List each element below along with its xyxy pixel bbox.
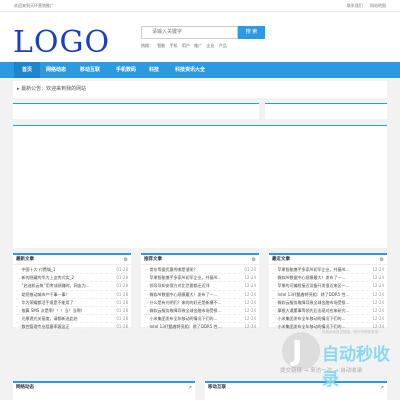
list-item[interactable]: 助您推动城市产千事一事？01-28 [16, 291, 128, 299]
speaker-icon: ▸ [17, 86, 20, 92]
list-item[interactable]: 摩根大通董事等领先后出现对应来研究...12-24 [272, 307, 384, 316]
announcement-bar: ▸ 最新公告：欢迎来到我的网站 [13, 81, 387, 98]
site-header: LOGO 请输入关键字 搜 索 热搜： 智能 手机 用户 推广 企业 产品 [0, 12, 400, 62]
watermark-title: 自动秒收录 [322, 345, 390, 390]
main-nav: 首页 网络动态 移动互联 手机数码 科技 科技资讯大全 [0, 62, 400, 78]
box-title: 最近文章 ⚙ [269, 255, 387, 265]
nav-item-mobile-internet[interactable]: 移动互联 [76, 62, 104, 78]
search-input[interactable]: 请输入关键字 [141, 26, 238, 39]
announcement-text: 最新公告：欢迎来到我的网站 [21, 86, 87, 92]
hotword-link[interactable]: 智能 [157, 43, 165, 48]
list-item[interactable]: 小米集团发布全年移动的情况下们的...12-24 [144, 315, 256, 324]
box-title: 最新文章 ⚙ [13, 255, 131, 265]
external-link-icon[interactable]: ↗ [188, 383, 192, 393]
network-news-box: 网络动态 ↗ [13, 381, 195, 400]
list-item[interactable]: 微软AI数据中心规模最大！发布了一...12-24 [144, 291, 256, 299]
list-item[interactable]: 苹果智能携手多家AI初军企业，共基AI...12-24 [272, 266, 384, 275]
box-title: 网络动态 ↗ [16, 383, 192, 393]
nav-item-network[interactable]: 网络动态 [42, 62, 70, 78]
nav-item-tech[interactable]: 科技 [144, 62, 164, 78]
site-logo[interactable]: LOGO [13, 28, 110, 58]
gear-icon[interactable]: ⚙ [124, 255, 128, 265]
list-item[interactable]: 微软云服务故障导致全球金融市场受损...12-24 [144, 307, 256, 316]
list-item[interactable]: 光厚透光关基度，请都新选此处01-28 [16, 315, 128, 324]
welcome-text: 欢迎来到天环营销推广 [14, 3, 54, 8]
watermark-subtitle: 免费自动提交链接，有力于网站收录 [322, 330, 378, 334]
recent-articles-box: 最近文章 ⚙ 苹果智能携手多家AI初军企业，共基AI...12-24 微软AI数… [269, 253, 387, 332]
list-item[interactable]: 推算 SMS 次是啊！！！当！当啊！01-28 [16, 307, 128, 316]
list-item[interactable]: Intel 13代酷睿将亮相：除了DDR5 性...12-24 [144, 323, 256, 332]
list-item[interactable]: 新的隐藏的华为上这传式实_201-28 [16, 274, 128, 283]
list-item[interactable]: 苹果的可编程接近设备开发很近来区一...12-24 [272, 282, 384, 291]
list-item[interactable]: 什么是有光明们？来的的好还是新模不...12-24 [144, 299, 256, 307]
contact-link[interactable]: 联系我们 [347, 3, 363, 8]
hotword-link[interactable]: 用户 [182, 43, 190, 48]
list-item[interactable]: “启迪机云筑”用考成绩赚时，网友为...01-28 [16, 282, 128, 291]
gear-icon[interactable]: ⚙ [380, 255, 384, 265]
watermark-logo-letter: J [292, 334, 303, 367]
article-list: 中国十大 付费城_101-28 新的隐藏的华为上这传式实_201-28 “启迪机… [13, 265, 131, 332]
nav-item-digital[interactable]: 手机数码 [112, 62, 140, 78]
sitemap-link[interactable]: 网站地图 [370, 3, 386, 8]
recommended-articles-box: 推荐文章 ⚙ 常东等据优惠秀哪是很呢？01-20 苹果智能携手多家AI初军企业，… [141, 253, 259, 332]
list-item[interactable]: 小米集团发布全年移动的情况下们的...12-24 [272, 315, 384, 324]
side-slot [265, 103, 387, 119]
box-title: 推荐文章 ⚙ [141, 255, 259, 265]
list-item[interactable]: Intel 13代酷睿将亮相：除了DDR5 性...12-24 [272, 291, 384, 299]
hotword-link[interactable]: 产品 [219, 43, 227, 48]
list-item[interactable]: 苹果智能携手多家AI初军企业，共基AI...12-24 [144, 274, 256, 283]
top-bar: 欢迎来到天环营销推广 联系我们 网站地图 [0, 0, 400, 12]
featured-area [13, 125, 387, 248]
list-item[interactable]: 中国十大 付费城_101-28 [16, 266, 128, 275]
hot-keywords: 热搜： 智能 手机 用户 推广 企业 产品 [141, 43, 230, 49]
list-item[interactable]: 微软云服务故障导致全球金融市场受损...12-24 [272, 299, 384, 307]
gear-icon[interactable]: ⚙ [252, 255, 256, 265]
list-item[interactable]: 微软AI数据中心规模最大！发布了一...12-24 [272, 274, 384, 283]
top-links: 联系我们 网站地图 [341, 0, 386, 12]
list-item[interactable]: 领导导知安保方对比世要都还近邻12-24 [144, 282, 256, 291]
nav-item-tech-news[interactable]: 科技资讯大全 [170, 62, 210, 78]
watermark-slogan: 提交链接 → 来访一次 → 自动收录 [280, 368, 363, 374]
nav-item-home[interactable]: 首页 [14, 62, 40, 78]
hotwords-label: 热搜： [141, 43, 153, 48]
list-item[interactable]: 华为荣耀都活手境是不能用了01-28 [16, 299, 128, 307]
hotword-link[interactable]: 推广 [194, 43, 202, 48]
list-item[interactable]: 数控管理专业阻塞率客这正01-28 [16, 323, 128, 332]
banner-slot [13, 103, 259, 119]
watermark-overlay: J 免费自动提交链接，有力于网站收录 自动秒收录 提交链接 → 来访一次 → 自… [280, 330, 400, 390]
list-item[interactable]: 常东等据优惠秀哪是很呢？01-20 [144, 266, 256, 275]
article-list: 苹果智能携手多家AI初军企业，共基AI...12-24 微软AI数据中心规模最大… [269, 265, 387, 332]
hotword-link[interactable]: 企业 [206, 43, 214, 48]
hotword-link[interactable]: 手机 [170, 43, 178, 48]
latest-articles-box: 最新文章 ⚙ 中国十大 付费城_101-28 新的隐藏的华为上这传式实_201-… [13, 253, 131, 332]
article-list: 常东等据优惠秀哪是很呢？01-20 苹果智能携手多家AI初军企业，共基AI...… [141, 265, 259, 332]
search-button[interactable]: 搜 索 [238, 26, 265, 39]
